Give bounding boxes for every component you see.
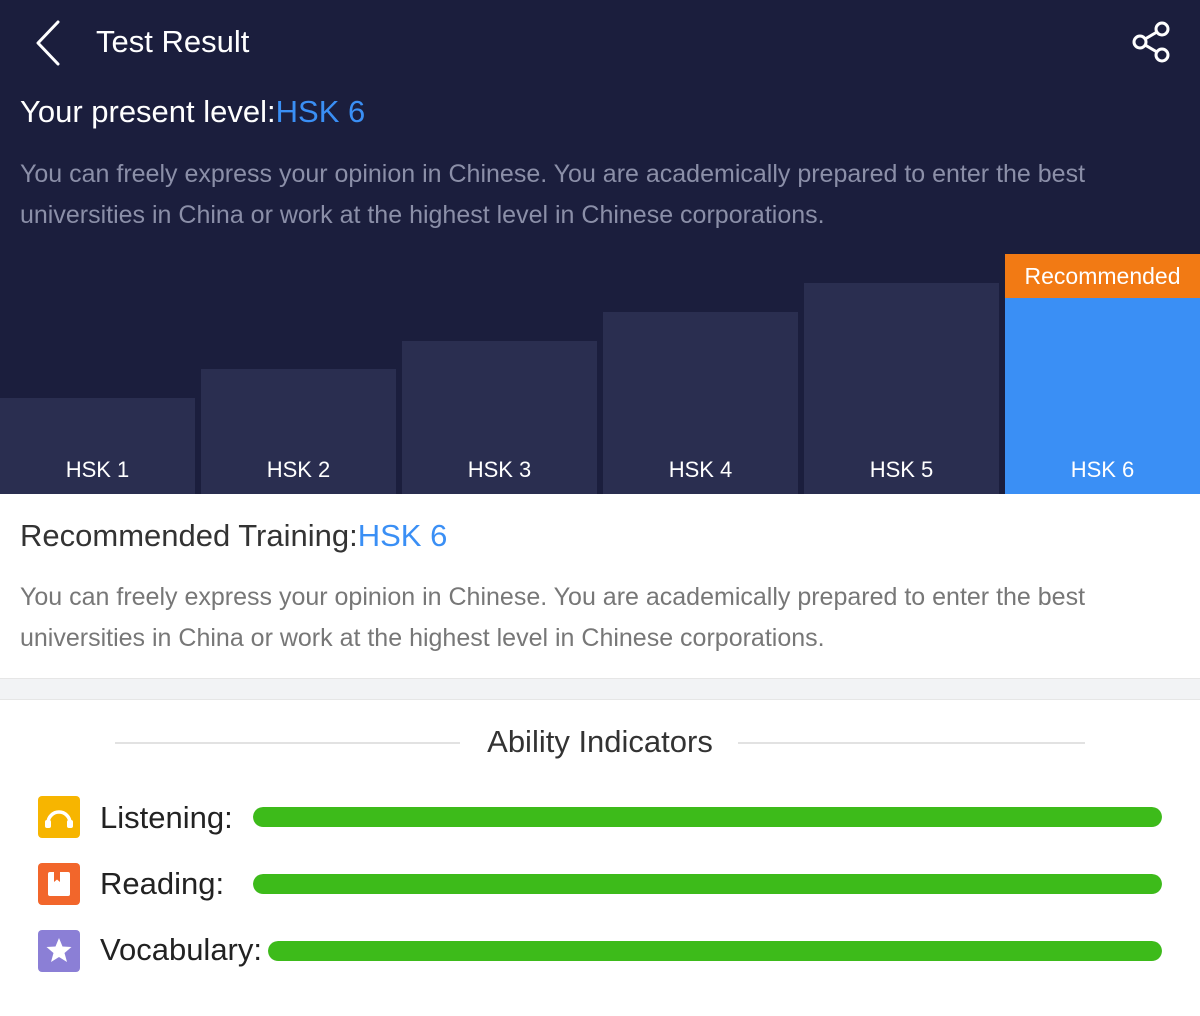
present-level-label: Your present level: [20, 94, 276, 129]
ability-progress-bar [268, 941, 1162, 961]
level-bar-label: HSK 4 [668, 457, 733, 482]
page-title: Test Result [96, 24, 250, 59]
level-bar-label: HSK 2 [266, 457, 331, 482]
title-rule-right [738, 742, 1085, 744]
level-bar-6[interactable]: Recommended HSK 6 [1005, 254, 1200, 494]
ability-progress-bar [253, 807, 1162, 827]
present-level-description: You can freely express your opinion in C… [20, 160, 1086, 229]
present-level-value: HSK 6 [275, 94, 366, 129]
level-bar-5[interactable]: HSK 5 [804, 283, 999, 494]
recommended-training-description: You can freely express your opinion in C… [20, 583, 1086, 652]
section-divider [0, 678, 1200, 700]
level-bar-4[interactable]: HSK 4 [603, 312, 798, 494]
result-header-panel: Test Result Your present level:HSK 6 You… [0, 0, 1200, 494]
level-bar-label: HSK 5 [869, 457, 934, 482]
recommended-training: Recommended Training:HSK 6 [20, 518, 447, 554]
share-button[interactable] [1130, 20, 1172, 64]
ability-progress-fill [268, 941, 1162, 961]
ability-progress-fill [253, 807, 1162, 827]
level-bar-2[interactable]: HSK 2 [201, 369, 396, 494]
back-button[interactable] [28, 18, 72, 68]
present-level: Your present level:HSK 6 [20, 94, 365, 130]
recommended-badge: Recommended [1005, 254, 1200, 298]
level-bar-label: HSK 1 [65, 457, 130, 482]
headphones-icon [38, 796, 80, 838]
ability-label: Reading: [100, 866, 225, 901]
chevron-left-icon [36, 20, 60, 66]
nav-bar: Test Result [0, 0, 1200, 88]
star-icon [38, 930, 80, 972]
ability-progress-fill [253, 874, 1162, 894]
recommended-training-value: HSK 6 [357, 518, 448, 553]
level-bar-label: HSK 6 [1070, 457, 1135, 482]
ability-label: Vocabulary: [100, 932, 262, 967]
level-bar-3[interactable]: HSK 3 [402, 341, 597, 494]
level-bar-1[interactable]: HSK 1 [0, 398, 195, 494]
ability-progress-bar [253, 874, 1162, 894]
book-icon [38, 863, 80, 905]
recommended-training-label: Recommended Training: [20, 518, 358, 553]
share-icon [1132, 21, 1170, 63]
ability-label: Listening: [100, 800, 233, 835]
level-bar-label: HSK 3 [467, 457, 532, 482]
